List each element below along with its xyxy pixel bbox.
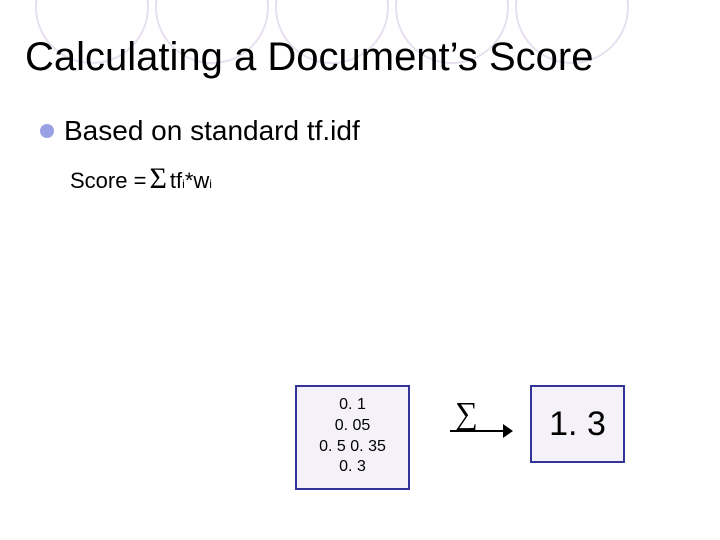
formula-w-sub: i bbox=[209, 177, 212, 191]
value-row: 0. 3 bbox=[301, 457, 404, 478]
value-row: 0. 05 bbox=[301, 416, 404, 437]
score-formula: Score = Σ tfi * wi bbox=[70, 162, 212, 196]
values-box: 0. 1 0. 05 0. 5 0. 35 0. 3 bbox=[295, 385, 410, 490]
formula-prefix: Score = bbox=[70, 168, 146, 194]
value-row: 0. 1 bbox=[301, 395, 404, 416]
bullet-icon bbox=[40, 124, 54, 138]
result-value: 1. 3 bbox=[549, 405, 606, 444]
sigma-icon: Σ bbox=[146, 162, 169, 196]
bullet-text: Based on standard tf.idf bbox=[64, 115, 360, 147]
formula-w: w bbox=[193, 168, 209, 194]
bullet-row: Based on standard tf.idf bbox=[40, 115, 360, 147]
value-row: 0. 5 0. 35 bbox=[301, 437, 404, 458]
formula-tf: tf bbox=[170, 168, 182, 194]
arrow-head-icon bbox=[503, 424, 513, 438]
sum-sigma-icon: ∑ bbox=[455, 395, 478, 432]
result-box: 1. 3 bbox=[530, 385, 625, 463]
arrow-line bbox=[450, 430, 505, 432]
slide-title: Calculating a Document’s Score bbox=[25, 35, 593, 80]
